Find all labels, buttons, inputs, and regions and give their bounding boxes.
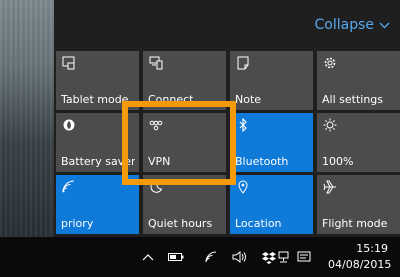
tile-connect[interactable]: Connect — [143, 51, 226, 110]
tile-label: Battery saver — [61, 155, 136, 168]
bluetooth-icon — [236, 118, 250, 132]
gear-icon — [323, 56, 337, 70]
wifi-icon[interactable] — [199, 237, 225, 277]
tile-label: Connect — [148, 93, 194, 106]
clock-date: 04/08/2015 — [328, 258, 392, 271]
tile-label: Location — [235, 217, 282, 230]
tile-bluetooth[interactable]: Bluetooth — [230, 113, 313, 172]
collapse-label: Collapse — [314, 17, 375, 33]
quick-actions-grid: Tablet mode Connect Note All settings Ba… — [54, 51, 400, 234]
note-icon — [236, 56, 250, 70]
moon-icon — [149, 180, 163, 194]
taskbar-clock[interactable]: 15:19 04/08/2015 — [328, 241, 392, 273]
tile-label: VPN — [148, 155, 171, 168]
tablet-mode-icon — [62, 56, 76, 70]
tile-all-settings[interactable]: All settings — [317, 51, 400, 110]
tile-battery-saver[interactable]: Battery saver — [56, 113, 139, 172]
tile-label: Flight mode — [322, 217, 388, 230]
notification-icon[interactable] — [291, 237, 317, 277]
chevron-down-icon — [379, 18, 390, 32]
tile-label: Quiet hours — [148, 217, 213, 230]
collapse-button[interactable]: Collapse — [315, 17, 391, 33]
tile-flight-mode[interactable]: Flight mode — [317, 175, 400, 234]
volume-icon[interactable] — [226, 237, 252, 277]
connect-icon — [149, 56, 163, 70]
tile-quiet-hours[interactable]: Quiet hours — [143, 175, 226, 234]
location-icon — [236, 180, 250, 194]
tile-label: Tablet mode — [61, 93, 129, 106]
vpn-icon — [149, 118, 163, 132]
wifi-icon — [62, 180, 76, 194]
tile-wifi[interactable]: priory — [56, 175, 139, 234]
battery-saver-icon — [62, 118, 76, 132]
taskbar: 15:19 04/08/2015 — [0, 237, 400, 277]
tile-tablet-mode[interactable]: Tablet mode — [56, 51, 139, 110]
battery-icon[interactable] — [163, 237, 189, 277]
tile-label: Note — [235, 93, 262, 106]
brightness-icon — [323, 118, 337, 132]
tile-note[interactable]: Note — [230, 51, 313, 110]
tile-location[interactable]: Location — [230, 175, 313, 234]
tile-brightness[interactable]: 100% — [317, 113, 400, 172]
airplane-icon — [323, 180, 337, 194]
clock-time: 15:19 — [356, 242, 388, 255]
tile-label: priory — [61, 217, 94, 230]
tile-label: All settings — [322, 93, 383, 106]
tile-label: Bluetooth — [235, 155, 289, 168]
chevron-up-icon[interactable] — [135, 237, 161, 277]
action-center-panel: Collapse Tablet mode Connect Note All se… — [54, 0, 400, 237]
tile-label: 100% — [322, 155, 354, 168]
tile-vpn[interactable]: VPN — [143, 113, 226, 172]
desktop-wallpaper — [0, 0, 54, 237]
